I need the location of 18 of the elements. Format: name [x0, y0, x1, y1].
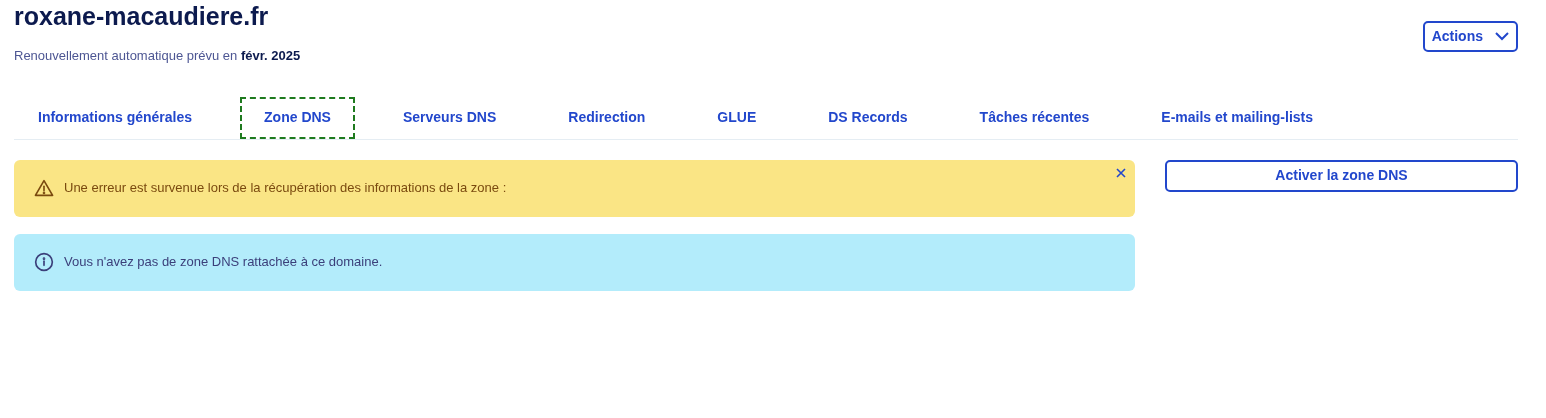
tab[interactable]: Redirection	[544, 96, 670, 139]
tab[interactable]: GLUE	[693, 96, 781, 139]
tab[interactable]: Tâches récentes	[955, 96, 1114, 139]
tab[interactable]: DS Records	[804, 96, 932, 139]
renewal-text: Renouvellement automatique prévu en févr. 2025	[14, 47, 301, 65]
alert-message: Une erreur est survenue lors de la récupération des informations de la zone :	[64, 179, 507, 198]
tab[interactable]: Serveurs DNS	[378, 96, 521, 139]
chevron-down-icon	[1495, 32, 1509, 41]
close-icon[interactable]	[1116, 167, 1126, 178]
tab[interactable]: E-mails et mailing-lists	[1137, 96, 1338, 139]
tab[interactable]: Zone DNS	[240, 96, 355, 139]
warning-icon	[34, 179, 54, 197]
domain-title: roxane-macaudiere.fr	[14, 2, 270, 30]
info-icon	[34, 252, 54, 272]
alert-message: Vous n'avez pas de zone DNS rattachée à ce domaine.	[64, 253, 383, 272]
tab[interactable]: Informations générales	[14, 96, 217, 139]
activate-zone-button[interactable]: Activer la zone DNS	[1165, 159, 1518, 192]
actions-dropdown[interactable]: Actions	[1422, 21, 1518, 52]
